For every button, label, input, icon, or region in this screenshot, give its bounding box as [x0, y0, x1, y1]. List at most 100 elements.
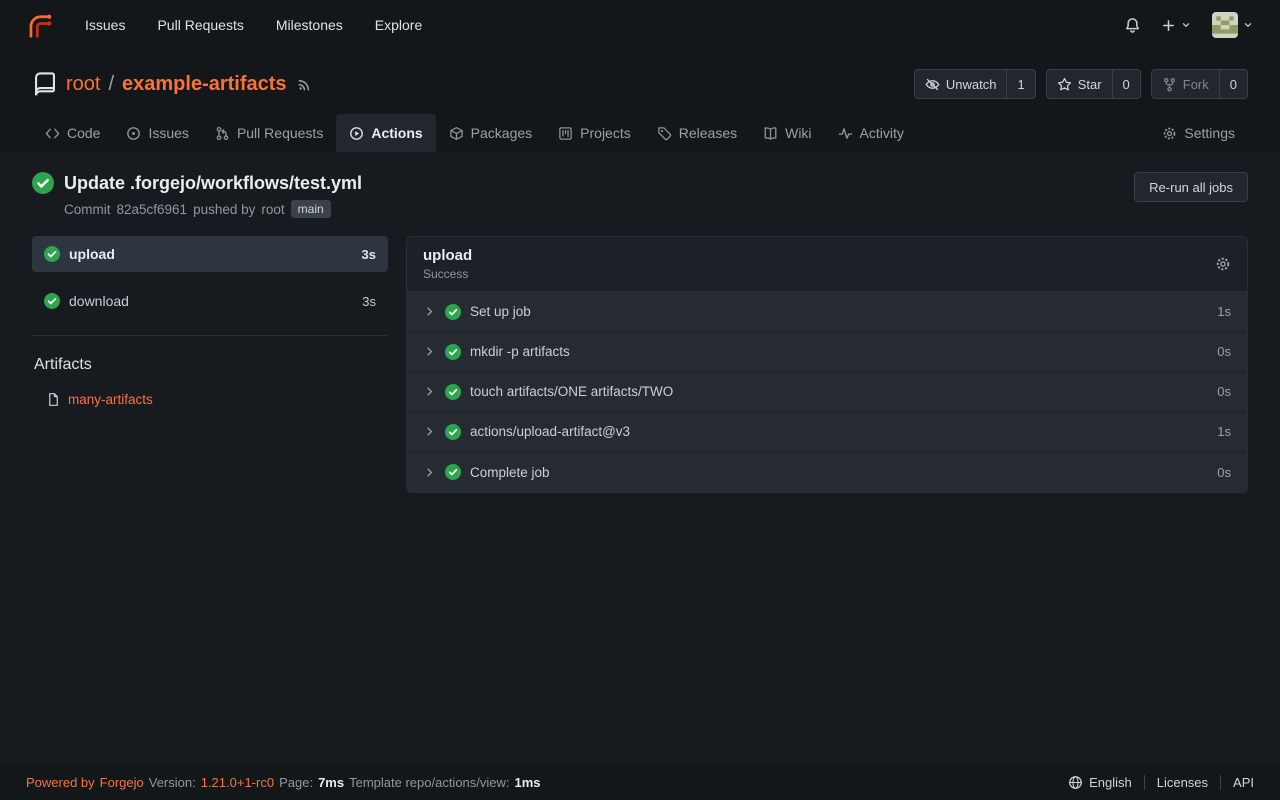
- job-name: download: [69, 293, 129, 309]
- tab-projects[interactable]: Projects: [545, 114, 644, 152]
- step-row-upload-artifact[interactable]: actions/upload-artifact@v3 1s: [407, 412, 1247, 452]
- run-subtitle: Commit 82a5cf6961 pushed by root main: [64, 200, 362, 218]
- run-title: Update .forgejo/workflows/test.yml: [64, 172, 362, 194]
- tab-issues[interactable]: Issues: [113, 114, 201, 152]
- forks-count[interactable]: 0: [1219, 70, 1247, 98]
- page-time-label: Page:: [279, 775, 313, 790]
- forgejo-link[interactable]: Forgejo: [100, 775, 144, 790]
- step-success-icon: [445, 464, 461, 480]
- artifacts-heading: Artifacts: [34, 356, 388, 374]
- template-time-label: Template repo/actions/view:: [349, 775, 509, 790]
- job-success-icon: [44, 293, 60, 309]
- step-duration: 1s: [1217, 424, 1231, 439]
- nav-issues[interactable]: Issues: [73, 11, 137, 39]
- step-name: mkdir -p artifacts: [470, 344, 570, 359]
- step-row-set-up-job[interactable]: Set up job 1s: [407, 292, 1247, 332]
- branch-badge[interactable]: main: [291, 200, 331, 218]
- artifact-name: many-artifacts: [68, 392, 153, 407]
- fork-button-group: Fork 0: [1151, 69, 1248, 99]
- rss-icon[interactable]: [297, 77, 312, 92]
- tab-settings[interactable]: Settings: [1149, 114, 1248, 152]
- step-row-touch-artifacts[interactable]: touch artifacts/ONE artifacts/TWO 0s: [407, 372, 1247, 412]
- step-success-icon: [445, 384, 461, 400]
- unwatch-button[interactable]: Unwatch: [915, 70, 1007, 98]
- watchers-count[interactable]: 1: [1006, 70, 1034, 98]
- job-options-button[interactable]: [1215, 256, 1231, 272]
- footer: Powered by Forgejo Version: 1.21.0+1-rc0…: [0, 764, 1280, 800]
- licenses-link[interactable]: Licenses: [1144, 775, 1220, 790]
- tab-label: Settings: [1184, 125, 1235, 141]
- step-name: Set up job: [470, 304, 531, 319]
- create-new-dropdown[interactable]: [1161, 18, 1192, 33]
- powered-by-label: Powered by: [26, 775, 95, 790]
- step-name: touch artifacts/ONE artifacts/TWO: [470, 384, 673, 399]
- commit-label: Commit: [64, 202, 111, 217]
- forgejo-logo[interactable]: [26, 12, 53, 39]
- tab-label: Actions: [371, 125, 422, 141]
- repo-name-link[interactable]: example-artifacts: [122, 73, 287, 96]
- job-detail-card: upload Success Set up job 1s: [406, 236, 1248, 493]
- nav-explore[interactable]: Explore: [363, 11, 434, 39]
- step-success-icon: [445, 424, 461, 440]
- step-success-icon: [445, 344, 461, 360]
- rerun-all-jobs-button[interactable]: Re-run all jobs: [1134, 172, 1248, 202]
- step-duration: 0s: [1217, 344, 1231, 359]
- watch-button-group: Unwatch 1: [914, 69, 1036, 99]
- chevron-right-icon: [423, 385, 436, 398]
- pull-request-icon: [215, 126, 230, 141]
- language-label: English: [1089, 775, 1132, 790]
- repo-icon: [32, 71, 58, 97]
- nav-pull-requests[interactable]: Pull Requests: [145, 11, 255, 39]
- step-name: Complete job: [470, 465, 550, 480]
- tab-packages[interactable]: Packages: [436, 114, 545, 152]
- job-detail-title: upload: [423, 247, 472, 264]
- bell-icon: [1124, 17, 1141, 34]
- repo-action-buttons: Unwatch 1 Star 0 Fork 0: [914, 69, 1248, 99]
- eye-off-icon: [925, 77, 940, 92]
- tab-label: Wiki: [785, 125, 811, 141]
- package-icon: [449, 126, 464, 141]
- globe-icon: [1068, 775, 1083, 790]
- job-duration: 3s: [362, 294, 376, 309]
- repo-owner-link[interactable]: root: [66, 73, 100, 96]
- footer-links: English Licenses API: [1056, 775, 1254, 790]
- job-item-download[interactable]: download 3s: [32, 283, 388, 319]
- issue-icon: [126, 126, 141, 141]
- artifact-link-many-artifacts[interactable]: many-artifacts: [46, 392, 388, 407]
- repo-tabs: Code Issues Pull Requests Actions Packag…: [0, 114, 1280, 152]
- fork-label: Fork: [1183, 77, 1209, 92]
- stars-count[interactable]: 0: [1112, 70, 1140, 98]
- api-link[interactable]: API: [1220, 775, 1254, 790]
- step-row-mkdir[interactable]: mkdir -p artifacts 0s: [407, 332, 1247, 372]
- template-time-value: 1ms: [515, 775, 541, 790]
- star-button[interactable]: Star: [1047, 70, 1112, 98]
- job-item-upload[interactable]: upload 3s: [32, 236, 388, 272]
- fork-icon: [1162, 77, 1177, 92]
- version-label: Version:: [149, 775, 196, 790]
- step-row-complete-job[interactable]: Complete job 0s: [407, 452, 1247, 492]
- version-link[interactable]: 1.21.0+1-rc0: [201, 775, 274, 790]
- nav-milestones[interactable]: Milestones: [264, 11, 355, 39]
- step-duration: 0s: [1217, 384, 1231, 399]
- chevron-right-icon: [423, 425, 436, 438]
- tab-label: Issues: [148, 125, 188, 141]
- pusher-link[interactable]: root: [261, 202, 284, 217]
- run-header: Update .forgejo/workflows/test.yml Commi…: [32, 172, 1248, 218]
- commit-sha-link[interactable]: 82a5cf6961: [117, 202, 188, 217]
- star-button-group: Star 0: [1046, 69, 1141, 99]
- tab-actions[interactable]: Actions: [336, 114, 435, 152]
- sidebar-divider: [32, 335, 388, 336]
- tab-activity[interactable]: Activity: [825, 114, 917, 152]
- user-menu[interactable]: [1212, 12, 1254, 38]
- tab-pull-requests[interactable]: Pull Requests: [202, 114, 336, 152]
- tab-wiki[interactable]: Wiki: [750, 114, 824, 152]
- language-picker[interactable]: English: [1056, 775, 1144, 790]
- tab-releases[interactable]: Releases: [644, 114, 750, 152]
- chevron-right-icon: [423, 345, 436, 358]
- notifications-button[interactable]: [1124, 17, 1141, 34]
- gear-icon: [1215, 256, 1231, 272]
- job-success-icon: [44, 246, 60, 262]
- step-duration: 1s: [1217, 304, 1231, 319]
- fork-button[interactable]: Fork: [1152, 70, 1219, 98]
- tab-code[interactable]: Code: [32, 114, 113, 152]
